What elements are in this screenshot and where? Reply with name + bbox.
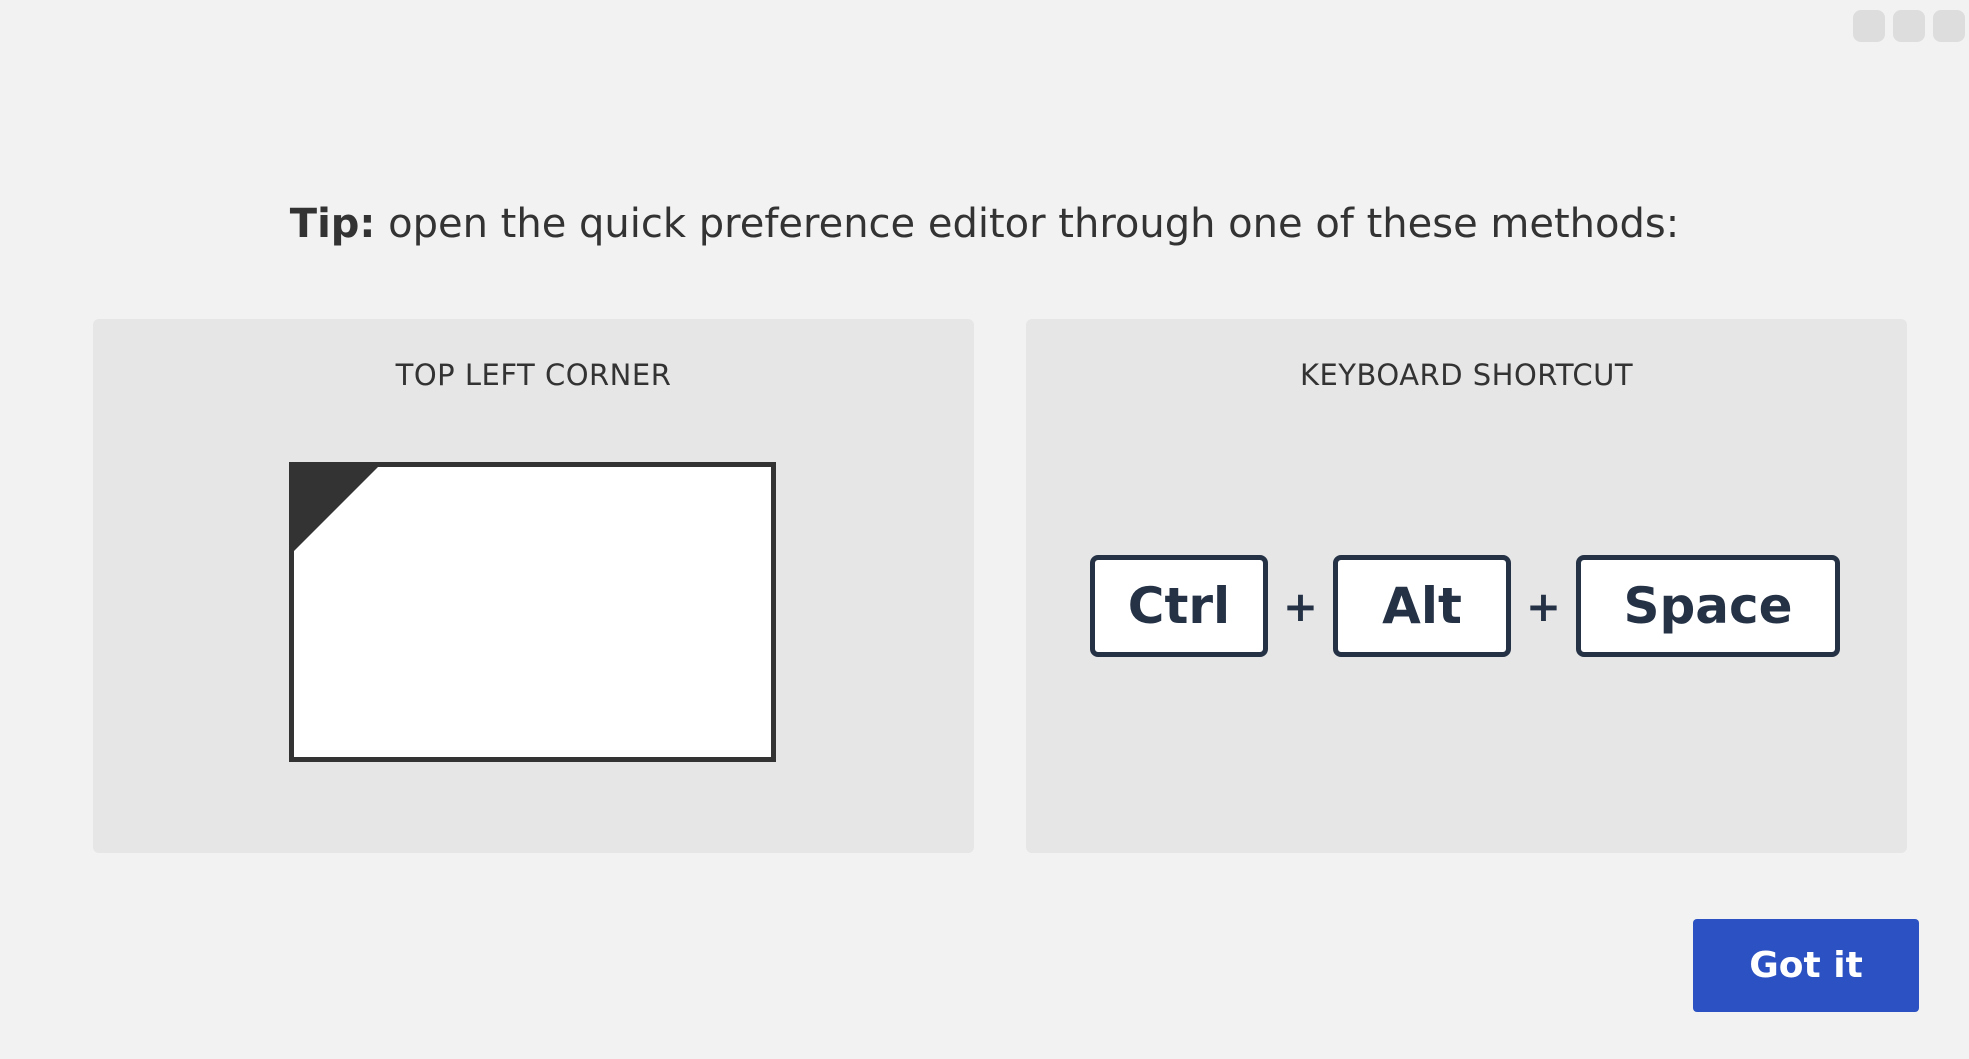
window-controls <box>1853 10 1965 42</box>
got-it-button[interactable]: Got it <box>1693 919 1919 1012</box>
top-left-corner-title: TOP LEFT CORNER <box>395 358 672 392</box>
window-control-1[interactable] <box>1853 10 1885 42</box>
top-left-corner-panel: TOP LEFT CORNER <box>93 319 974 853</box>
space-key: Space <box>1576 555 1840 657</box>
plus-separator: + <box>1525 581 1562 631</box>
alt-key: Alt <box>1333 555 1511 657</box>
screen-illustration <box>289 462 776 762</box>
plus-separator: + <box>1282 581 1319 631</box>
shortcut-keys: Ctrl + Alt + Space <box>1090 555 1840 657</box>
window-control-2[interactable] <box>1893 10 1925 42</box>
tip-text: open the quick preference editor through… <box>375 201 1680 247</box>
keyboard-shortcut-panel: KEYBOARD SHORTCUT Ctrl + Alt + Space <box>1026 319 1907 853</box>
hot-corner-indicator <box>294 467 378 551</box>
ctrl-key: Ctrl <box>1090 555 1268 657</box>
tip-label: Tip: <box>289 201 376 247</box>
keyboard-shortcut-title: KEYBOARD SHORTCUT <box>1299 358 1634 392</box>
window-control-3[interactable] <box>1933 10 1965 42</box>
tip-message: Tip: open the quick preference editor th… <box>0 196 1969 252</box>
